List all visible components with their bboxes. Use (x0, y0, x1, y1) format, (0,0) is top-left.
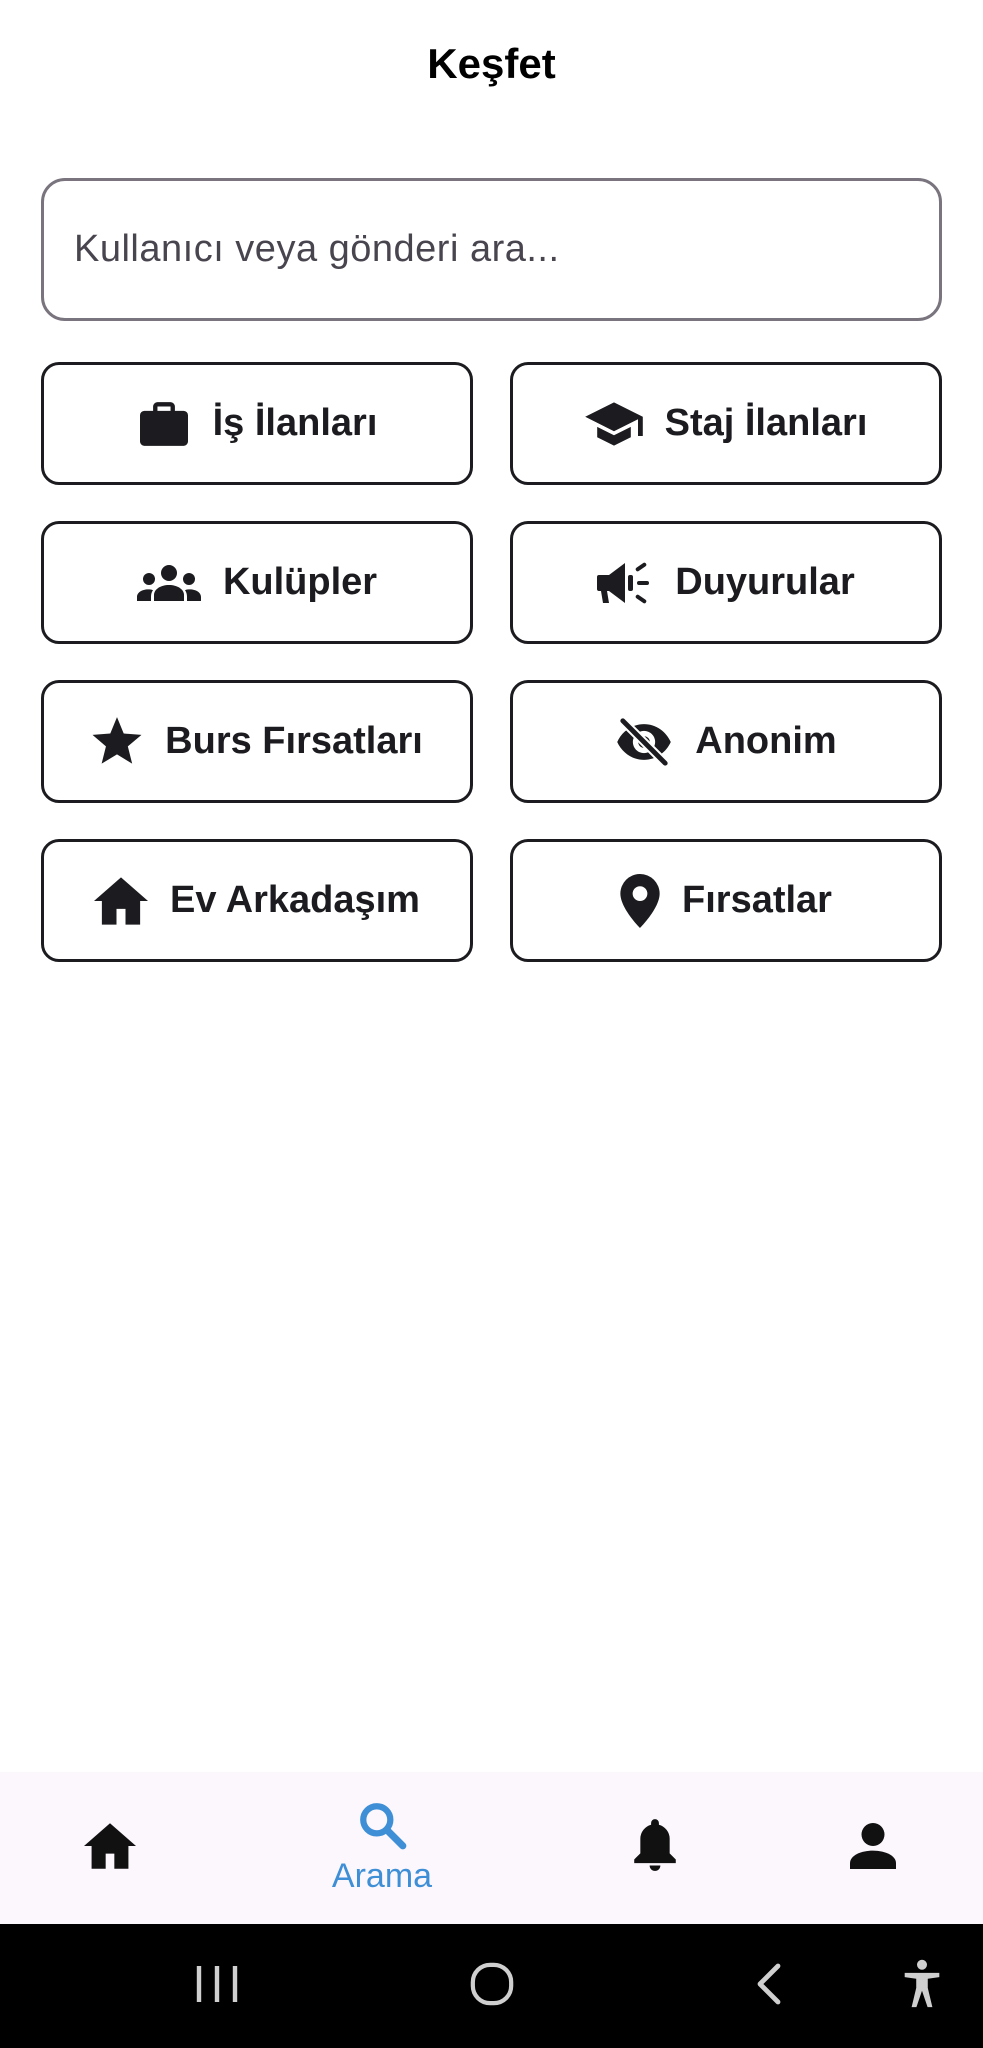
home-circle-icon (469, 1961, 515, 2012)
groups-icon (136, 563, 201, 603)
home-icon (94, 876, 149, 925)
system-home-button[interactable] (432, 1924, 552, 2048)
category-label: Ev Arkadaşım (170, 879, 420, 921)
recent-apps-button[interactable] (157, 1924, 277, 2048)
category-button-announcements[interactable]: Duyurular (510, 521, 942, 644)
nav-search[interactable]: Arama (282, 1772, 482, 1924)
briefcase-icon (137, 400, 191, 448)
home-icon (84, 1822, 136, 1874)
category-label: Anonim (695, 720, 837, 762)
category-button-anonymous[interactable]: Anonim (510, 680, 942, 803)
back-icon (753, 1962, 783, 2011)
accessibility-button[interactable] (862, 1924, 982, 2048)
category-label: Fırsatlar (682, 879, 832, 921)
bottom-navigation: Arama (0, 1772, 983, 1924)
accessibility-icon (902, 1959, 942, 2014)
category-label: Staj İlanları (664, 402, 868, 444)
nav-profile[interactable] (773, 1772, 973, 1924)
category-button-internships[interactable]: Staj İlanları (510, 362, 942, 485)
search-icon (357, 1800, 407, 1855)
explore-screen: Keşfet İş İlanları Staj İlanları Kulüple… (0, 0, 983, 2048)
category-button-clubs[interactable]: Kulüpler (41, 521, 473, 644)
category-label: Kulüpler (222, 561, 378, 603)
category-label: Burs Fırsatları (165, 720, 423, 762)
graduation-cap-icon (584, 400, 643, 448)
nav-notifications[interactable] (555, 1772, 755, 1924)
nav-search-label: Arama (331, 1857, 433, 1895)
category-label: Duyurular (675, 561, 855, 603)
system-navigation-bar (0, 1924, 983, 2048)
category-button-roommate[interactable]: Ev Arkadaşım (41, 839, 473, 962)
search-input[interactable] (74, 228, 939, 271)
star-icon (91, 716, 143, 767)
recent-apps-icon (195, 1964, 239, 2009)
category-button-opportunities[interactable]: Fırsatlar (510, 839, 942, 962)
page-title: Keşfet (427, 40, 556, 87)
eye-off-icon (615, 717, 673, 767)
search-box[interactable] (41, 178, 942, 321)
category-label: İş İlanları (212, 402, 378, 444)
system-back-button[interactable] (708, 1924, 828, 2048)
category-button-scholarships[interactable]: Burs Fırsatları (41, 680, 473, 803)
nav-home[interactable] (10, 1772, 210, 1924)
megaphone-icon (597, 559, 653, 607)
bell-icon (633, 1818, 677, 1878)
category-button-jobs[interactable]: İş İlanları (41, 362, 473, 485)
location-pin-icon (620, 873, 660, 928)
person-icon (850, 1822, 896, 1874)
